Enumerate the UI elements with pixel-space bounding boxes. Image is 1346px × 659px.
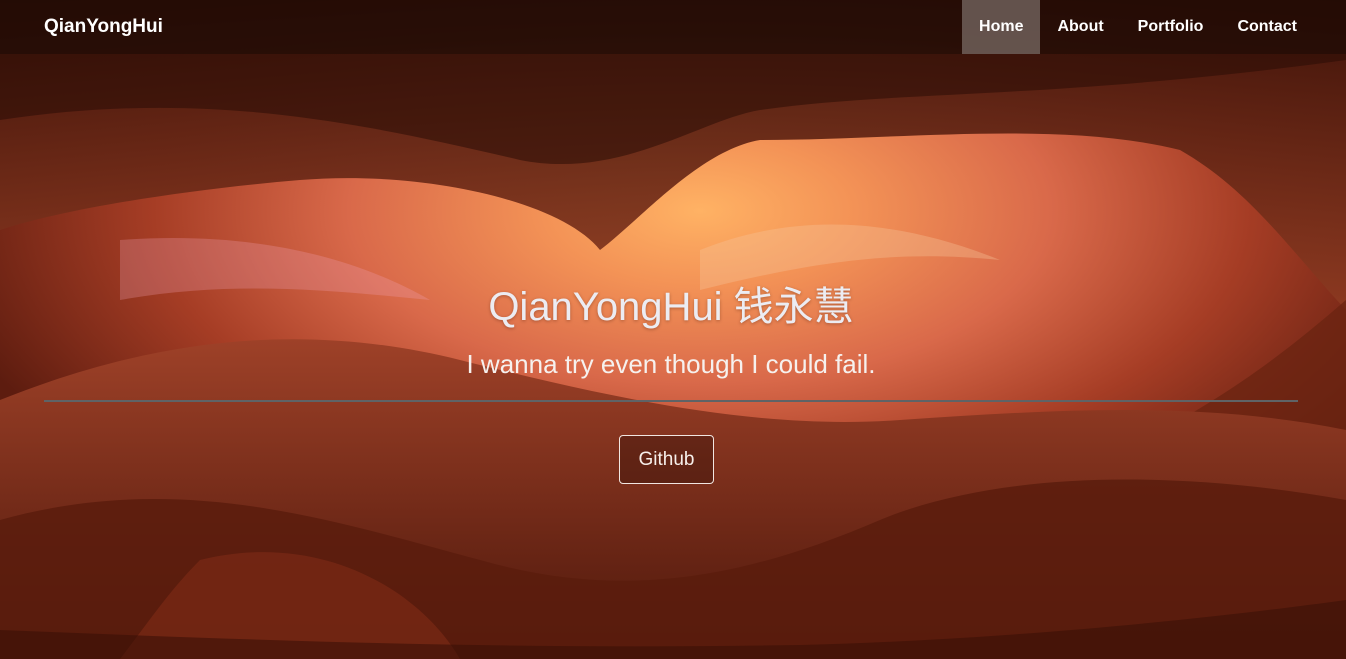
nav-item-home[interactable]: Home xyxy=(962,0,1041,54)
nav-menu: Home About Portfolio Contact xyxy=(962,0,1314,54)
brand-link[interactable]: QianYongHui xyxy=(44,14,163,40)
nav-item-about[interactable]: About xyxy=(1040,0,1120,54)
hero-title: QianYongHui 钱永慧 xyxy=(488,285,854,329)
github-button[interactable]: Github xyxy=(619,435,714,484)
navbar: QianYongHui Home About Portfolio Contact xyxy=(0,0,1346,54)
hero-subtitle: I wanna try even though I could fail. xyxy=(466,349,876,379)
hero-section: QianYongHui Home About Portfolio Contact… xyxy=(0,0,1346,659)
hero-divider xyxy=(44,400,1298,402)
nav-item-portfolio[interactable]: Portfolio xyxy=(1121,0,1221,54)
nav-item-contact[interactable]: Contact xyxy=(1220,0,1314,54)
